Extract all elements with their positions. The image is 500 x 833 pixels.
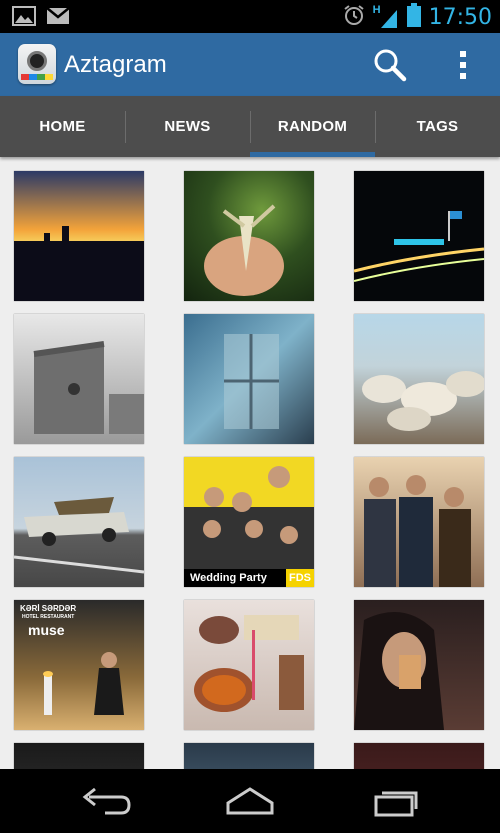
tab-tags[interactable]: TAGS	[375, 96, 500, 157]
back-icon	[82, 787, 131, 815]
photo-sheep-flock[interactable]	[354, 314, 484, 444]
app-logo-icon[interactable]	[18, 44, 56, 84]
battery-icon	[406, 3, 421, 32]
photo-maiden-tower[interactable]	[14, 314, 144, 444]
overflow-menu-button[interactable]	[452, 47, 474, 83]
tab-random[interactable]: RANDOM	[250, 96, 375, 157]
gmail-notification-icon	[46, 6, 70, 31]
tab-random-label: RANDOM	[277, 118, 348, 135]
search-icon	[374, 49, 407, 82]
photo-selfie-girl[interactable]	[354, 600, 484, 730]
tab-bar: HOME NEWS RANDOM TAGS	[0, 96, 500, 157]
tab-home[interactable]: HOME	[0, 96, 125, 157]
photo-muse-restaurant[interactable]: KƏRİ SƏRDƏR HOTEL RESTAURANT muse	[14, 600, 144, 730]
navigation-bar	[0, 769, 500, 833]
home-icon	[226, 787, 274, 815]
photo-praying-mantis[interactable]	[184, 171, 314, 301]
back-button[interactable]	[75, 783, 135, 819]
search-button[interactable]	[372, 47, 408, 83]
photo-partial-2[interactable]	[184, 743, 314, 769]
photo-partial-3[interactable]	[354, 743, 484, 769]
home-button[interactable]	[220, 783, 280, 819]
photo-desserts-table[interactable]	[184, 600, 314, 730]
recent-apps-icon	[374, 791, 418, 817]
tab-news[interactable]: NEWS	[125, 96, 250, 157]
photo-wedding-party-group[interactable]: Wedding Party FDS	[184, 457, 314, 587]
photo-badge: FDS	[286, 569, 314, 587]
photo-night-city-flag[interactable]	[354, 171, 484, 301]
tab-home-label: HOME	[39, 118, 86, 135]
tab-news-label: NEWS	[164, 118, 211, 135]
photo-three-friends[interactable]	[354, 457, 484, 587]
overflow-menu-icon	[460, 51, 466, 79]
photo-caption: Wedding Party FDS	[184, 569, 314, 587]
action-bar: Aztagram	[0, 33, 500, 96]
image-notification-icon	[12, 6, 36, 31]
photo-old-car-with-tree[interactable]	[14, 457, 144, 587]
status-bar: H 17:50	[0, 0, 500, 33]
photo-partial-1[interactable]	[14, 743, 144, 769]
photo-grid: Wedding Party FDS KƏRİ SƏRDƏR HOTEL REST…	[0, 157, 500, 769]
signal-icon: H	[373, 4, 399, 30]
tab-tags-label: TAGS	[416, 118, 459, 135]
clock: 17:50	[428, 5, 492, 30]
photo-window-light[interactable]	[184, 314, 314, 444]
alarm-icon	[343, 4, 365, 31]
photo-sunset-skyline[interactable]	[14, 171, 144, 301]
recent-apps-button[interactable]	[366, 783, 426, 819]
photo-caption-text: Wedding Party	[190, 572, 267, 584]
app-title: Aztagram	[64, 51, 167, 78]
